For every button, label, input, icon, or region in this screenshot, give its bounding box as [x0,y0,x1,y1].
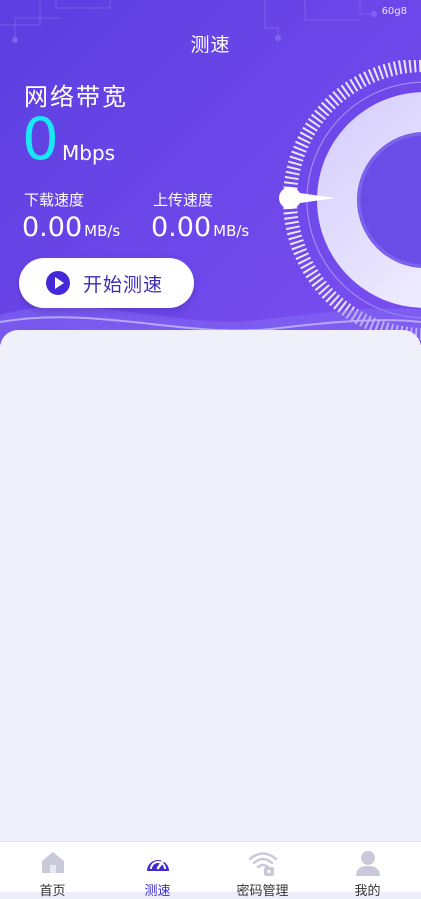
home-icon [41,852,64,873]
tab-mine[interactable]: 我的 [315,842,420,899]
tab-speed-test[interactable]: 测速 [105,842,210,899]
download-speed-unit: MB/s [84,222,121,240]
content-card [0,330,421,845]
bandwidth-value: 0 [22,105,59,173]
tab-home[interactable]: 首页 [0,842,105,899]
speedometer-icon [146,859,169,871]
tab-password-manager[interactable]: 密码管理 [210,842,315,899]
bandwidth-unit: Mbps [62,141,116,165]
tab-speed-test-label: 测速 [144,884,171,899]
download-speed-label: 下载速度 [24,191,85,209]
speed-test-hero: 60g8 测速 网络带宽 0 Mbps 下载速度 0.00 MB/s 上传速度 0… [0,0,421,345]
upload-speed-unit: MB/s [213,222,250,240]
tab-home-label: 首页 [39,884,66,899]
start-test-label: 开始测速 [83,273,164,296]
upload-speed-readout: 0.00 MB/s [151,212,249,243]
bottom-tab-bar: 首页 测速 密码管理 我的 [0,841,421,899]
wifi-lock-icon [248,852,277,876]
play-icon [46,271,70,295]
status-text: 60g8 [381,6,407,17]
start-test-button[interactable]: 开始测速 [19,258,194,308]
user-icon [355,851,380,876]
upload-speed-label: 上传速度 [153,191,214,209]
page-title: 测速 [190,34,231,56]
tab-password-manager-label: 密码管理 [236,884,289,899]
download-speed-readout: 0.00 MB/s [22,212,120,243]
upload-speed-value: 0.00 [151,212,212,243]
tab-mine-label: 我的 [354,884,381,899]
download-speed-value: 0.00 [22,212,83,243]
